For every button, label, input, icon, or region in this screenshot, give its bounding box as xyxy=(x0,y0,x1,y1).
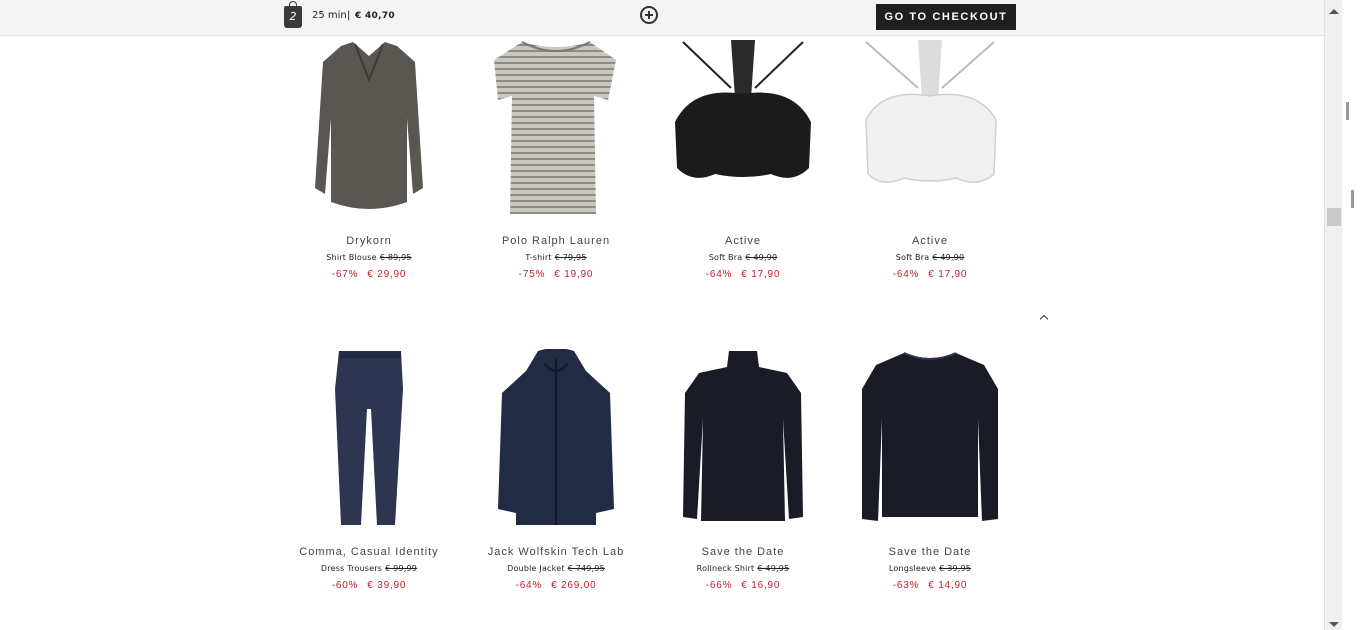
product-image-striped-tshirt[interactable] xyxy=(466,38,646,218)
old-price: € 99,99 xyxy=(385,564,418,573)
current-price: € 14,90 xyxy=(928,580,968,591)
product-description: Longsleeve € 39,95 xyxy=(840,564,1020,573)
side-indicator xyxy=(1351,190,1354,208)
cart-bar: 2 25 min | € 40,70 GO TO CHECKOUT xyxy=(0,0,1324,36)
product-image-dress-trousers[interactable] xyxy=(279,349,459,529)
sale-price: -63% € 14,90 xyxy=(840,580,1020,591)
product-brand: Active xyxy=(725,235,761,247)
current-price: € 17,90 xyxy=(928,269,968,280)
current-price: € 29,90 xyxy=(367,269,407,280)
sale-price: -67% € 29,90 xyxy=(279,269,459,280)
discount-badge: -64% xyxy=(892,269,920,280)
sale-price: -75% € 19,90 xyxy=(466,269,646,280)
product-brand: Save the Date xyxy=(888,546,972,558)
product-type: T-shirt xyxy=(525,253,552,262)
product-brand: Jack Wolfskin Tech Lab xyxy=(487,546,625,558)
product-type: Longsleeve xyxy=(888,564,937,573)
product-brand: Comma, Casual Identity xyxy=(299,546,439,558)
sale-price: -60% € 39,90 xyxy=(279,580,459,591)
old-price: € 49,90 xyxy=(745,253,778,262)
product-type: Shirt Blouse xyxy=(326,253,377,262)
current-price: € 16,90 xyxy=(741,580,781,591)
discount-badge: -64% xyxy=(515,580,543,591)
product-brand: Drykorn xyxy=(346,235,392,247)
product-description: Dress Trousers € 99,99 xyxy=(279,564,459,573)
reservation-timer: 25 min xyxy=(312,10,347,21)
sale-price: -64% € 269,00 xyxy=(466,580,646,591)
product-description: Soft Bra € 49,90 xyxy=(840,253,1020,262)
sale-price: -64% € 17,90 xyxy=(653,269,833,280)
product-brand: Save the Date xyxy=(701,546,785,558)
product-image-rollneck-shirt[interactable] xyxy=(653,349,833,529)
current-price: € 39,90 xyxy=(367,580,407,591)
product-type: Dress Trousers xyxy=(320,564,383,573)
current-price: € 17,90 xyxy=(741,269,781,280)
chevron-up-icon[interactable] xyxy=(1038,313,1050,323)
side-indicator xyxy=(1346,102,1349,120)
product-image-white-bra[interactable] xyxy=(840,38,1020,218)
scrollbar-thumb[interactable] xyxy=(1327,208,1341,226)
shopping-bag-icon[interactable]: 2 xyxy=(284,1,302,28)
product-description: Soft Bra € 49,90 xyxy=(653,253,833,262)
discount-badge: -64% xyxy=(705,269,733,280)
discount-badge: -66% xyxy=(705,580,733,591)
cart-total: € 40,70 xyxy=(355,11,395,21)
product-image-black-bra[interactable] xyxy=(653,38,833,218)
sale-price: -66% € 16,90 xyxy=(653,580,833,591)
product-image-longsleeve[interactable] xyxy=(840,349,1020,529)
product-type: Soft Bra xyxy=(708,253,743,262)
product-description: Double Jacket € 749,95 xyxy=(466,564,646,573)
discount-badge: -60% xyxy=(331,580,359,591)
old-price: € 49,95 xyxy=(757,564,790,573)
product-description: Shirt Blouse € 89,95 xyxy=(279,253,459,262)
vertical-scrollbar[interactable] xyxy=(1324,0,1342,630)
cart-count: 2 xyxy=(289,10,297,23)
current-price: € 19,90 xyxy=(554,269,594,280)
scroll-down-arrow-icon[interactable] xyxy=(1329,622,1339,627)
old-price: € 39,95 xyxy=(939,564,972,573)
product-brand: Polo Ralph Lauren xyxy=(501,235,611,247)
discount-badge: -63% xyxy=(892,580,920,591)
discount-badge: -75% xyxy=(518,269,546,280)
product-description: T-shirt € 79,95 xyxy=(466,253,646,262)
product-description: Rollneck Shirt € 49,95 xyxy=(653,564,833,573)
product-type: Double Jacket xyxy=(507,564,565,573)
old-price: € 49,90 xyxy=(932,253,965,262)
old-price: € 749,95 xyxy=(567,564,605,573)
old-price: € 79,95 xyxy=(554,253,587,262)
scroll-up-arrow-icon[interactable] xyxy=(1329,9,1339,14)
product-type: Rollneck Shirt xyxy=(696,564,755,573)
old-price: € 89,95 xyxy=(379,253,412,262)
cart-separator: | xyxy=(347,10,351,21)
product-type: Soft Bra xyxy=(895,253,930,262)
sale-price: -64% € 17,90 xyxy=(840,269,1020,280)
product-brand: Active xyxy=(912,235,948,247)
product-image-double-jacket[interactable] xyxy=(466,349,646,529)
current-price: € 269,00 xyxy=(551,580,597,591)
discount-badge: -67% xyxy=(331,269,359,280)
go-to-checkout-button[interactable]: GO TO CHECKOUT xyxy=(876,4,1016,30)
plus-circle-icon[interactable] xyxy=(640,6,658,24)
product-image-shirt-blouse[interactable] xyxy=(279,38,459,218)
